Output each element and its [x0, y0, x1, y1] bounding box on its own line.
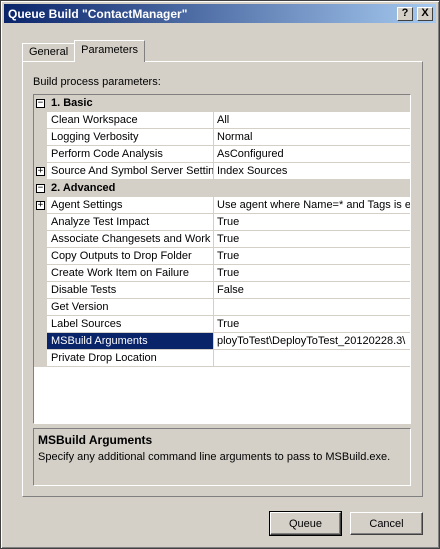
- property-value[interactable]: AsConfigured: [214, 146, 410, 163]
- property-name[interactable]: Agent Settings: [47, 197, 214, 214]
- description-pane: MSBuild Arguments Specify any additional…: [33, 428, 411, 486]
- property-row[interactable]: Perform Code Analysis AsConfigured: [34, 146, 410, 163]
- gutter: [34, 316, 47, 333]
- description-text: Specify any additional command line argu…: [38, 451, 391, 463]
- tab-general[interactable]: General: [22, 43, 76, 62]
- gutter: [34, 146, 47, 163]
- property-row[interactable]: MSBuild Arguments ployToTest\DeployToTest…: [34, 333, 410, 350]
- property-row[interactable]: Disable Tests False: [34, 282, 410, 299]
- property-value[interactable]: True: [214, 265, 410, 282]
- property-name[interactable]: Clean Workspace: [47, 112, 214, 129]
- property-value[interactable]: True: [214, 248, 410, 265]
- property-name[interactable]: Associate Changesets and Work Items: [47, 231, 214, 248]
- property-row[interactable]: Analyze Test Impact True: [34, 214, 410, 231]
- property-name[interactable]: Source And Symbol Server Settings: [47, 163, 214, 180]
- category-label: 1. Basic: [51, 97, 93, 109]
- property-name[interactable]: Label Sources: [47, 316, 214, 333]
- property-row[interactable]: Logging Verbosity Normal: [34, 129, 410, 146]
- collapse-icon[interactable]: −: [36, 99, 45, 108]
- help-button[interactable]: ?: [397, 6, 413, 21]
- gutter: +: [34, 163, 47, 180]
- gutter: [34, 350, 47, 367]
- category-row[interactable]: −1. Basic: [34, 95, 410, 112]
- property-name[interactable]: Create Work Item on Failure: [47, 265, 214, 282]
- property-value[interactable]: [214, 350, 410, 367]
- property-value[interactable]: ployToTest\DeployToTest_20120228.3\: [214, 333, 410, 350]
- property-grid[interactable]: −1. Basic Clean Workspace All Logging Verbo…: [33, 94, 411, 424]
- property-row[interactable]: Get Version: [34, 299, 410, 316]
- property-row[interactable]: Create Work Item on Failure True: [34, 265, 410, 282]
- description-title: MSBuild Arguments: [38, 433, 153, 447]
- property-value[interactable]: True: [214, 316, 410, 333]
- window-title: Queue Build "ContactManager": [8, 6, 188, 21]
- gutter: [34, 231, 47, 248]
- gutter: −: [34, 95, 47, 112]
- gutter: [34, 129, 47, 146]
- property-name[interactable]: Analyze Test Impact: [47, 214, 214, 231]
- property-value[interactable]: False: [214, 282, 410, 299]
- property-name[interactable]: Copy Outputs to Drop Folder: [47, 248, 214, 265]
- property-name[interactable]: MSBuild Arguments: [47, 333, 214, 350]
- property-name[interactable]: Disable Tests: [47, 282, 214, 299]
- property-name[interactable]: Logging Verbosity: [47, 129, 214, 146]
- property-row[interactable]: Private Drop Location: [34, 350, 410, 367]
- property-row[interactable]: Label Sources True: [34, 316, 410, 333]
- property-row[interactable]: Associate Changesets and Work ItemsTrue: [34, 231, 410, 248]
- gutter: [34, 282, 47, 299]
- collapse-icon[interactable]: −: [36, 184, 45, 193]
- property-row[interactable]: Copy Outputs to Drop Folder True: [34, 248, 410, 265]
- queue-button[interactable]: Queue: [269, 511, 342, 536]
- property-value[interactable]: All: [214, 112, 410, 129]
- property-row[interactable]: Clean Workspace All: [34, 112, 410, 129]
- gutter: [34, 265, 47, 282]
- property-value[interactable]: True: [214, 214, 410, 231]
- property-name[interactable]: Get Version: [47, 299, 214, 316]
- property-value[interactable]: [214, 299, 410, 316]
- cancel-button[interactable]: Cancel: [350, 512, 423, 535]
- category-label: 2. Advanced: [51, 182, 116, 194]
- tab-strip: General Parameters: [22, 40, 145, 62]
- gutter: −: [34, 180, 47, 197]
- gutter: [34, 333, 47, 350]
- property-value[interactable]: Normal: [214, 129, 410, 146]
- property-name[interactable]: Perform Code Analysis: [47, 146, 214, 163]
- gutter: [34, 214, 47, 231]
- property-name[interactable]: Private Drop Location: [47, 350, 214, 367]
- property-row[interactable]: + Agent Settings Use agent where Name=* an…: [34, 197, 410, 214]
- gutter: [34, 299, 47, 316]
- expand-icon[interactable]: +: [36, 167, 45, 176]
- property-value[interactable]: Index Sources: [214, 163, 410, 180]
- gutter: [34, 248, 47, 265]
- gutter: +: [34, 197, 47, 214]
- property-row[interactable]: + Source And Symbol Server Settings Index …: [34, 163, 410, 180]
- parameters-panel: Build process parameters: −1. Basic Clean…: [22, 61, 423, 497]
- property-value[interactable]: True: [214, 231, 410, 248]
- title-bar[interactable]: Queue Build "ContactManager" ? X: [4, 4, 436, 23]
- queue-build-dialog: Queue Build "ContactManager" ? X General…: [0, 0, 440, 549]
- close-button[interactable]: X: [417, 6, 433, 21]
- tab-parameters[interactable]: Parameters: [74, 40, 145, 62]
- property-value[interactable]: Use agent where Name=* and Tags is empty…: [214, 197, 410, 214]
- section-label: Build process parameters:: [33, 76, 161, 88]
- category-row[interactable]: −2. Advanced: [34, 180, 410, 197]
- gutter: [34, 112, 47, 129]
- expand-icon[interactable]: +: [36, 201, 45, 210]
